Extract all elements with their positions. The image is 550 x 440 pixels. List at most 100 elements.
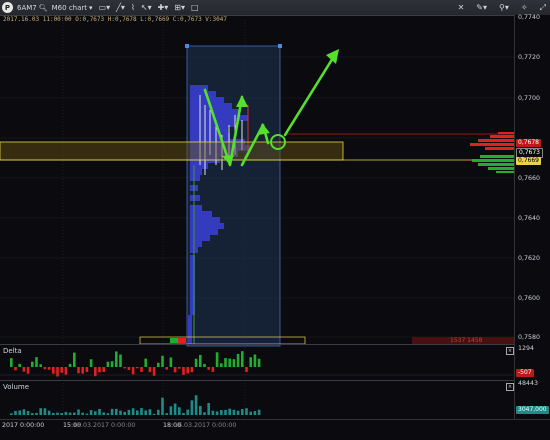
volume-bar: [207, 403, 210, 415]
delta-bar: [152, 367, 156, 376]
delta-pane: [10, 351, 261, 377]
volume-bar: [43, 408, 47, 415]
volume-close-icon[interactable]: ×: [506, 383, 514, 391]
time-axis[interactable]: 2017 0:00:00 15:00 15.03.2017 0:00:00 18…: [0, 419, 550, 440]
volume-bar: [35, 412, 38, 415]
time-label: 15.03.2017 0:00:00: [73, 422, 136, 429]
settings-icon[interactable]: ✕: [458, 3, 465, 13]
volume-box-label: 1537 1458: [450, 337, 483, 344]
zoom-icon[interactable]: ⊞▾: [174, 3, 185, 12]
volume-bar: [161, 397, 164, 415]
delta-bar: [241, 351, 244, 367]
volume-bar: [22, 409, 26, 415]
symbol-selector[interactable]: 6AM7 🔍︎: [17, 4, 48, 12]
delta-bar: [165, 367, 168, 370]
delta-bar: [136, 367, 139, 369]
delta-bar: [119, 354, 122, 367]
delta-close-icon[interactable]: ×: [506, 347, 514, 355]
symbol-label: 6AM7: [17, 3, 37, 12]
delta-bar: [98, 367, 101, 373]
volume-bar: [157, 409, 160, 415]
timeframe-selector[interactable]: M60 chart ▾: [52, 4, 93, 12]
delta-bar: [178, 367, 181, 369]
volume-bar: [190, 400, 194, 415]
delta-scale-label: 1294: [518, 345, 535, 352]
volume-bar: [152, 413, 156, 415]
delta-title: Delta: [3, 347, 22, 355]
volume-bar: [89, 410, 93, 415]
volume-bar: [211, 410, 215, 415]
delta-bar: [89, 359, 93, 367]
delta-bar: [131, 367, 135, 375]
volume-bar: [257, 409, 261, 415]
link-icon[interactable]: ⚲▾: [499, 3, 509, 13]
pane-separator[interactable]: [0, 344, 514, 345]
delta-bar: [245, 367, 248, 372]
delta-bar: [211, 367, 215, 372]
price-label: 0,7600: [518, 295, 541, 302]
volume-bar: [165, 413, 168, 415]
delta-bar: [220, 363, 223, 367]
delta-bar: [169, 357, 173, 367]
delta-bar: [253, 354, 257, 367]
volume-bar: [85, 413, 89, 415]
cursor-icon[interactable]: ↖▾: [141, 3, 152, 12]
delta-bar: [123, 367, 126, 369]
chevron-down-icon: ▾: [89, 3, 93, 12]
volume-bar: [64, 411, 68, 415]
delta-bar: [106, 361, 110, 367]
volume-bar: [249, 411, 252, 415]
value-area-band: [0, 141, 344, 161]
delta-bar: [144, 358, 147, 367]
delta-bar: [18, 363, 21, 367]
chart-type-icon[interactable]: ▭▾: [99, 3, 111, 12]
volume-bar: [81, 412, 84, 415]
volume-tag: 3047,000: [516, 406, 549, 414]
pencil-icon[interactable]: ✎▾: [476, 3, 487, 13]
volume-bar: [119, 410, 122, 415]
delta-bar: [102, 367, 105, 372]
search-icon[interactable]: 🔍︎: [39, 4, 48, 12]
price-axis[interactable]: 0,7740 0,7720 0,7700 0,7660 0,7640 0,762…: [514, 14, 550, 419]
delta-bar: [39, 364, 42, 367]
volume-bar: [224, 409, 227, 415]
maximize-icon[interactable]: ⤢: [540, 3, 546, 13]
volume-bar: [47, 410, 51, 415]
time-label: 2017 0:00:00: [2, 422, 45, 429]
delta-bar: [35, 357, 38, 367]
timeframe-label: M60 chart: [51, 3, 88, 12]
delta-bar: [115, 351, 118, 367]
volume-scale-label: 48443: [518, 380, 539, 387]
volume-bar: [106, 413, 110, 415]
volume-title: Volume: [3, 383, 30, 391]
delta-bar: [203, 363, 206, 367]
price-label: 0,7580: [518, 334, 541, 341]
volume-bar: [186, 409, 189, 415]
volume-bar: [14, 410, 17, 415]
volume-bar: [178, 407, 181, 415]
delta-bar: [81, 367, 84, 374]
delta-bar: [85, 367, 89, 372]
shape-icon[interactable]: □: [191, 3, 199, 12]
delta-bar: [47, 367, 51, 370]
delta-bar: [22, 367, 26, 372]
volume-bar: [39, 408, 42, 415]
indicator-icon[interactable]: ⌇: [131, 3, 135, 12]
delta-bar: [94, 367, 97, 377]
volume-bar: [232, 409, 236, 415]
delta-bar: [207, 367, 210, 370]
volume-bar: [148, 409, 152, 415]
line-tool-icon[interactable]: ╱▾: [116, 3, 125, 12]
volume-bar: [144, 410, 147, 415]
delta-bar: [52, 367, 55, 374]
delta-bar: [31, 361, 34, 367]
range-handle-left: [185, 44, 189, 48]
pane-separator[interactable]: [0, 380, 514, 381]
volume-bar: [136, 410, 139, 415]
delta-bar: [215, 352, 219, 367]
delta-bar: [14, 367, 17, 371]
logo-icon[interactable]: P: [2, 2, 13, 13]
volume-bar: [253, 410, 257, 415]
crosshair-icon[interactable]: ✚▾: [158, 3, 169, 12]
magnet-icon[interactable]: ✧: [521, 3, 528, 13]
